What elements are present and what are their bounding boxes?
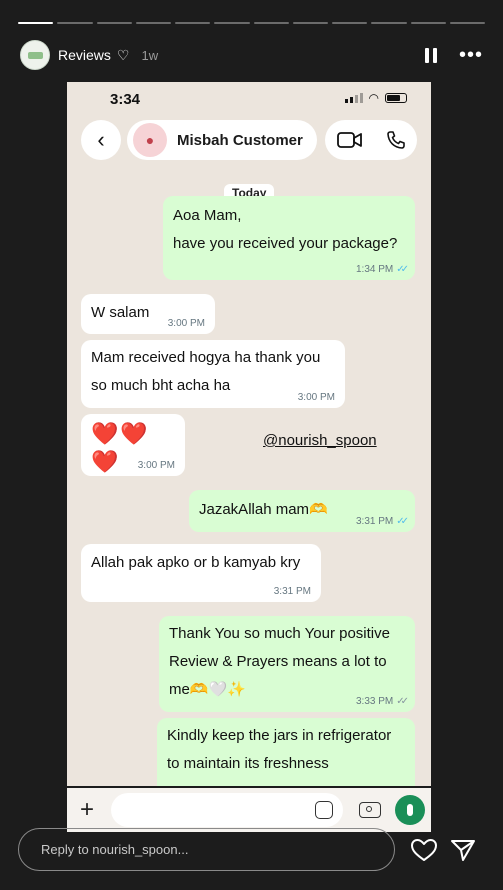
heart-icon: ♡ (116, 46, 130, 63)
contact-name: Misbah Customer (177, 131, 303, 149)
message-bubble-outgoing[interactable]: JazakAllah mam🫶 3:31 PM ✓✓ (189, 490, 415, 532)
send-icon[interactable] (448, 835, 478, 865)
message-time: 3:31 PM (273, 586, 311, 597)
profile-avatar[interactable] (20, 40, 50, 70)
back-button[interactable]: ‹ (81, 120, 121, 160)
read-receipt-icon: ✓✓ (396, 516, 409, 527)
wifi-icon: ◠ (368, 91, 379, 105)
message-text: to maintain its freshness (167, 755, 329, 772)
message-time: 3:00 PM (137, 460, 175, 471)
camera-icon[interactable] (359, 802, 381, 818)
reply-field[interactable] (18, 828, 395, 871)
progress-segment (292, 22, 328, 24)
like-heart-icon[interactable] (409, 835, 439, 865)
message-text: Mam received hogya ha thank you (91, 349, 321, 366)
pause-icon[interactable] (424, 47, 437, 63)
story-progress-bar (18, 22, 485, 24)
video-call-icon[interactable] (336, 131, 363, 149)
message-bubble-outgoing[interactable]: Thank You so much Your positive Review &… (159, 616, 415, 712)
progress-segment (18, 22, 54, 24)
message-text: Review & Prayers means a lot to (169, 653, 387, 670)
message-text: Kindly keep the jars in refrigerator (167, 727, 392, 744)
message-bubble-incoming[interactable]: Allah pak apko or b kamyab kry 3:31 PM (81, 544, 321, 602)
progress-segment (253, 22, 289, 24)
message-text: Aoa Mam, (173, 207, 242, 224)
progress-segment (57, 22, 93, 24)
message-composer: + (67, 788, 431, 832)
progress-segment (135, 22, 171, 24)
progress-segment (371, 22, 407, 24)
message-text: Allah pak apko or b kamyab kry (91, 554, 301, 571)
progress-segment (96, 22, 132, 24)
progress-segment (332, 22, 368, 24)
story-header: Reviews ♡ 1w ••• (20, 40, 483, 70)
attach-plus-icon[interactable]: + (67, 796, 107, 824)
contact-avatar-icon: ● (133, 123, 167, 157)
message-time: 1:34 PM (355, 264, 394, 275)
phone-call-icon[interactable] (386, 130, 406, 150)
progress-segment (214, 22, 250, 24)
watermark-handle: @nourish_spoon (263, 432, 377, 449)
message-text: Thank You so much Your positive (169, 625, 390, 642)
read-receipt-icon: ✓✓ (396, 264, 409, 275)
progress-segment (175, 22, 211, 24)
progress-segment (410, 22, 446, 24)
chat-header: ‹ ● Misbah Customer (81, 120, 417, 160)
message-bubble-outgoing[interactable]: Aoa Mam, have you received your package?… (163, 196, 415, 280)
story-age: 1w (141, 47, 159, 63)
message-input[interactable] (111, 793, 343, 827)
message-time: 3:31 PM (355, 516, 394, 527)
mic-icon[interactable] (395, 795, 425, 825)
reply-input[interactable] (39, 841, 373, 858)
signal-icon (344, 93, 363, 103)
message-bubble-incoming[interactable]: ❤️❤️❤️ 3:00 PM (81, 414, 185, 476)
status-bar: 3:34 ◠ (67, 90, 431, 110)
delivered-receipt-icon: ✓✓ (396, 696, 409, 707)
more-icon[interactable]: ••• (459, 45, 483, 65)
message-time: 3:00 PM (297, 392, 335, 403)
message-bubble-outgoing[interactable]: Kindly keep the jars in refrigerator to … (157, 718, 415, 786)
message-time: 3:33 PM (355, 696, 394, 707)
call-actions (325, 120, 417, 160)
sticker-icon[interactable] (315, 801, 333, 819)
story-username[interactable]: Reviews (58, 47, 111, 63)
chat-screenshot: 3:34 ◠ ‹ ● Misbah Customer Today Aoa Mam… (67, 82, 431, 786)
status-time: 3:34 (110, 91, 141, 108)
progress-segment (449, 22, 485, 24)
message-bubble-incoming[interactable]: W salam 3:00 PM (81, 294, 215, 334)
message-bubble-incoming[interactable]: Mam received hogya ha thank you so much … (81, 340, 345, 408)
message-text: have you received your package? (173, 235, 398, 252)
battery-icon (385, 93, 407, 103)
contact-info[interactable]: ● Misbah Customer (127, 120, 317, 160)
message-time: 3:00 PM (167, 318, 205, 329)
